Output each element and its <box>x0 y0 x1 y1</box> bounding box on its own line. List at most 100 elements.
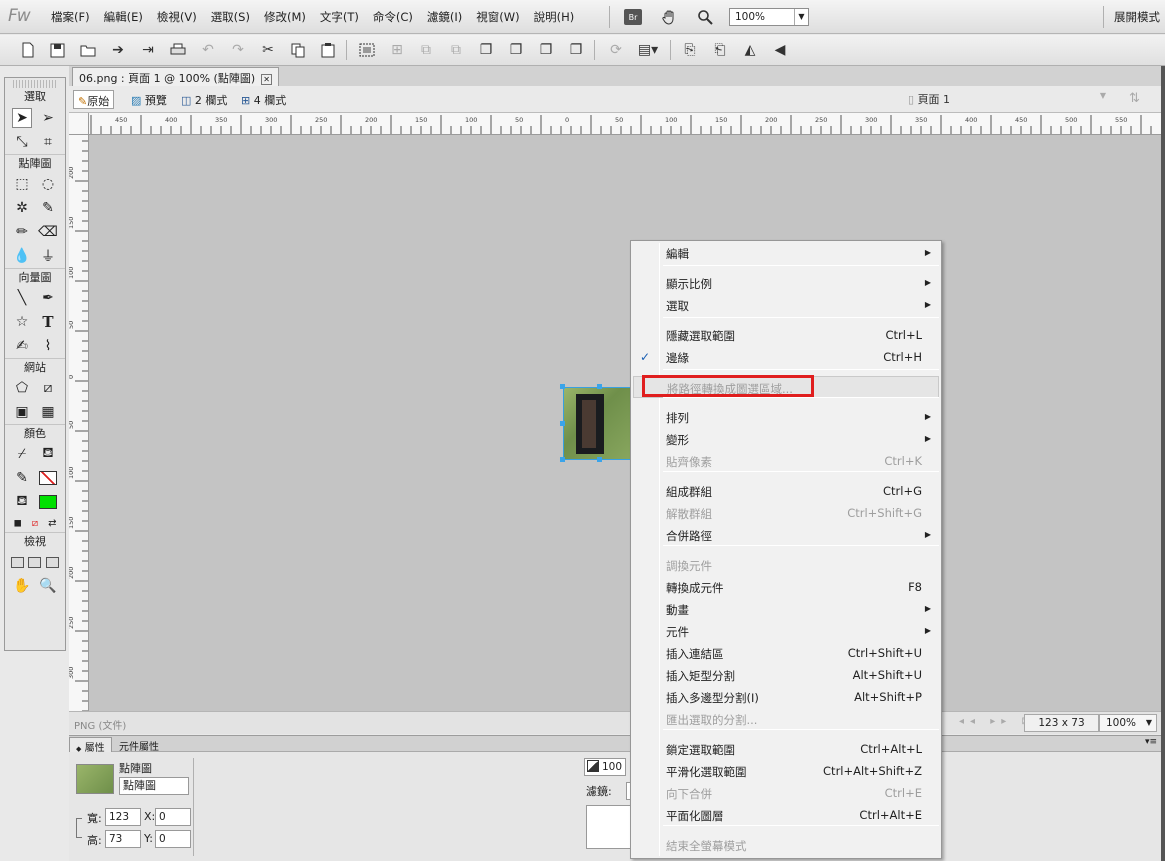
copy-icon[interactable] <box>288 40 308 60</box>
slice-tool-icon[interactable]: ⧄ <box>38 378 58 398</box>
crop-tool-icon[interactable]: ⌗ <box>38 132 58 152</box>
menu-select[interactable]: 選取(S) <box>204 9 257 25</box>
context-menu-item[interactable]: 元件 ▶ <box>633 620 939 642</box>
hand-icon[interactable] <box>660 8 678 26</box>
context-menu-item[interactable]: 顯示比例 ▶ <box>633 272 939 294</box>
line-tool-icon[interactable]: ╲ <box>12 288 32 308</box>
workspace-mode-button[interactable]: 展開模式 <box>1114 9 1160 25</box>
status-zoom-select[interactable]: 100% ▼ <box>1099 714 1157 732</box>
context-menu-item[interactable]: 調換元件 <box>633 554 939 576</box>
menu-view[interactable]: 檢視(V) <box>150 9 204 25</box>
chevron-down-icon[interactable]: ▼ <box>794 9 808 25</box>
context-menu-item[interactable]: 匯出選取的分割... <box>633 708 939 730</box>
constrain-icon[interactable] <box>76 818 82 838</box>
context-menu-item[interactable]: 動畫 ▶ <box>633 598 939 620</box>
bridge-icon[interactable]: Br <box>624 9 642 25</box>
page-select[interactable]: ▯ 頁面 1 ▼ <box>902 91 1112 109</box>
vertical-ruler[interactable]: 200 150 100 50 0 50 100 150 200 250 300 <box>69 135 89 711</box>
menu-help[interactable]: 說明(H) <box>527 9 582 25</box>
brush-tool-icon[interactable]: ✎ <box>38 198 58 218</box>
blur-tool-icon[interactable]: 💧 <box>12 246 32 266</box>
standard-screen-mode-icon[interactable] <box>9 552 26 572</box>
stroke-color-icon[interactable]: ✎ <box>12 468 32 488</box>
context-menu-item[interactable]: 平面化圖層 Ctrl+Alt+E <box>633 804 939 826</box>
tab-original[interactable]: ✎原始 <box>73 90 115 109</box>
marquee-tool-icon[interactable]: ⬚ <box>12 174 32 194</box>
save-icon[interactable] <box>47 40 67 60</box>
pointer-tool-icon[interactable]: ➤ <box>12 108 32 128</box>
eraser-tool-icon[interactable]: ⌫ <box>38 222 58 242</box>
panel-grip[interactable] <box>13 80 57 88</box>
tab-symbol-properties[interactable]: 元件屬性 <box>113 737 165 753</box>
menu-file[interactable]: 檔案(F) <box>44 9 97 25</box>
redo-icon[interactable]: ↷ <box>228 40 248 60</box>
magic-wand-tool-icon[interactable]: ✲ <box>12 198 32 218</box>
paint-bucket-tool-icon[interactable]: ⛾ <box>38 444 58 464</box>
context-menu-item[interactable]: 結束全螢幕模式 <box>633 834 939 856</box>
join-icon[interactable]: ⧉ <box>416 40 436 60</box>
context-menu-item[interactable]: 選取 ▶ <box>633 294 939 316</box>
context-menu-item[interactable]: 貼齊像素 Ctrl+K <box>633 450 939 472</box>
ruler-origin[interactable] <box>69 113 89 135</box>
selection-handle[interactable] <box>560 457 565 462</box>
context-menu-item[interactable]: 平滑化選取範圍 Ctrl+Alt+Shift+Z <box>633 760 939 782</box>
fill-color-icon[interactable]: ⛾ <box>12 492 32 512</box>
chevron-down-icon[interactable]: ▼ <box>1100 91 1106 100</box>
selection-handle[interactable] <box>597 384 602 389</box>
selection-handle[interactable] <box>597 457 602 462</box>
ungroup-icon[interactable]: ⊞ <box>387 40 407 60</box>
hide-slices-icon[interactable]: ▣ <box>12 402 32 422</box>
context-menu-item[interactable]: 排列 ▶ <box>633 406 939 428</box>
magnifier-icon[interactable] <box>696 8 714 26</box>
image-size-button[interactable]: 123 x 73 <box>1024 714 1099 732</box>
chevron-down-icon[interactable]: ▼ <box>1146 715 1152 731</box>
x-field[interactable]: 0 <box>155 808 191 826</box>
menu-edit[interactable]: 編輯(E) <box>97 9 150 25</box>
mirror-icon[interactable]: ◭ <box>740 40 760 60</box>
send-back-icon[interactable]: ❐ <box>566 40 586 60</box>
scale-tool-icon[interactable]: ⤡ <box>12 132 32 152</box>
full-screen-mode-icon[interactable] <box>44 552 61 572</box>
context-menu-item[interactable]: 解散群組 Ctrl+Shift+G <box>633 502 939 524</box>
group-icon[interactable] <box>357 40 377 60</box>
context-menu-item[interactable]: ✓ 邊緣 Ctrl+H <box>633 346 939 368</box>
default-colors-icon[interactable]: ◼ <box>9 513 26 533</box>
eyedropper-tool-icon[interactable]: ⌿ <box>12 444 32 464</box>
stroke-color-swatch[interactable] <box>38 468 58 488</box>
y-field[interactable]: 0 <box>155 830 191 848</box>
freeform-tool-icon[interactable]: ✍ <box>12 336 32 356</box>
open-icon[interactable] <box>78 40 98 60</box>
rotate-ccw-icon[interactable]: ◀ <box>770 40 790 60</box>
context-menu-item[interactable]: 插入連結區 Ctrl+Shift+U <box>633 642 939 664</box>
paste-icon[interactable] <box>318 40 338 60</box>
bring-front-icon[interactable]: ❐ <box>476 40 496 60</box>
horizontal-ruler[interactable]: 450 400 350 300 250 200 150 100 50 0 50 100 150 200 25… <box>89 113 1161 135</box>
pencil-tool-icon[interactable]: ✏ <box>12 222 32 242</box>
tab-properties[interactable]: ◆ 屬性 <box>69 737 112 754</box>
maximized-screen-mode-icon[interactable] <box>26 552 43 572</box>
show-slices-icon[interactable]: ▦ <box>38 402 58 422</box>
tab-2-up[interactable]: ◫ 2 欄式 <box>177 90 231 109</box>
zoom-select[interactable]: 100% ▼ <box>729 8 809 26</box>
flip-v-icon[interactable]: ⎗ <box>710 40 730 60</box>
menu-window[interactable]: 視窗(W) <box>469 9 526 25</box>
context-menu-item[interactable]: 隱藏選取範圍 Ctrl+L <box>633 324 939 346</box>
zoom-tool-icon[interactable]: 🔍 <box>38 576 58 596</box>
bring-forward-icon[interactable]: ❐ <box>506 40 526 60</box>
menu-text[interactable]: 文字(T) <box>313 9 366 25</box>
pen-tool-icon[interactable]: ✒ <box>38 288 58 308</box>
text-tool-icon[interactable]: T <box>38 312 58 332</box>
swap-colors-icon[interactable]: ⇄ <box>44 513 61 533</box>
undo-icon[interactable]: ↶ <box>198 40 218 60</box>
export-icon[interactable]: ⇥ <box>138 40 158 60</box>
menu-modify[interactable]: 修改(M) <box>257 9 313 25</box>
context-menu-item[interactable]: 轉換成元件 F8 <box>633 576 939 598</box>
bitmap-object[interactable] <box>563 387 638 460</box>
context-menu-item[interactable]: 變形 ▶ <box>633 428 939 450</box>
selection-handle[interactable] <box>560 384 565 389</box>
tab-preview[interactable]: ▨ 預覽 <box>127 90 171 109</box>
context-menu-item[interactable]: 編輯 ▶ <box>633 242 939 264</box>
object-name-field[interactable]: 點陣圖 <box>119 777 189 795</box>
flip-h-icon[interactable]: ⎘ <box>680 40 700 60</box>
rubber-stamp-tool-icon[interactable]: ⏚ <box>38 246 58 266</box>
